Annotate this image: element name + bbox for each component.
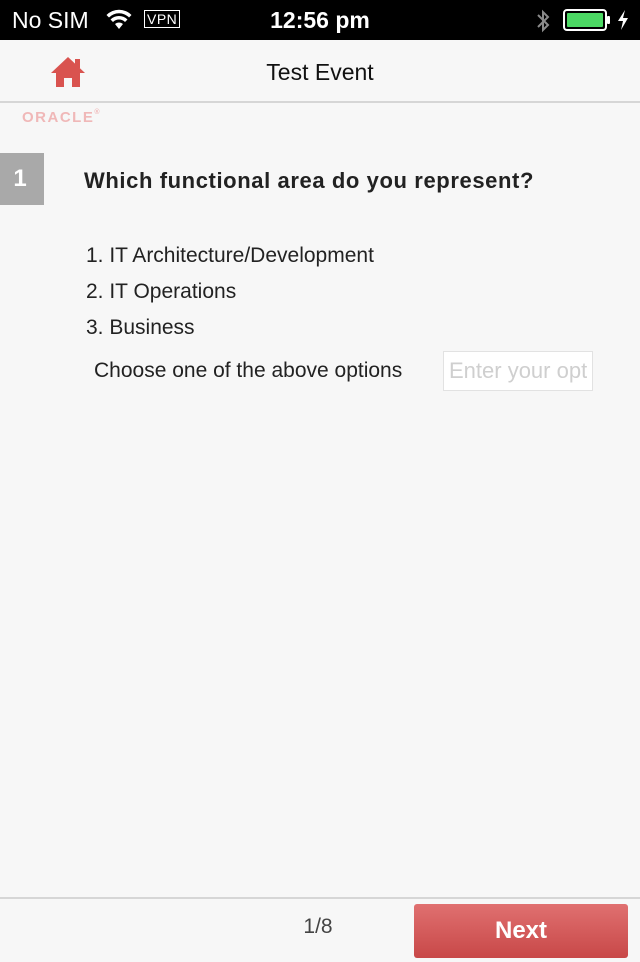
page-title: Test Event [266,59,374,85]
option-list: 1. IT Architecture/Development 2. IT Ope… [86,238,374,346]
option-item: 2. IT Operations [86,280,237,303]
oracle-logo: ORACLE® [22,109,102,126]
choose-label: Choose one of the above options [94,359,403,382]
option-input[interactable] [443,351,593,391]
battery-icon [563,9,610,31]
next-button[interactable]: Next [414,904,628,958]
bluetooth-icon [537,9,550,33]
option-item: 3. Business [86,316,195,339]
footer-bar: 1/8 Next [0,897,640,962]
status-bar: No SIM VPN 12:56 pm [0,0,640,40]
nav-bar: Test Event [0,40,640,103]
question-text: Which functional area do you represent? [84,168,535,193]
charging-icon [618,10,628,30]
question-number-badge: 1 [0,153,44,205]
option-item: 1. IT Architecture/Development [86,244,374,267]
